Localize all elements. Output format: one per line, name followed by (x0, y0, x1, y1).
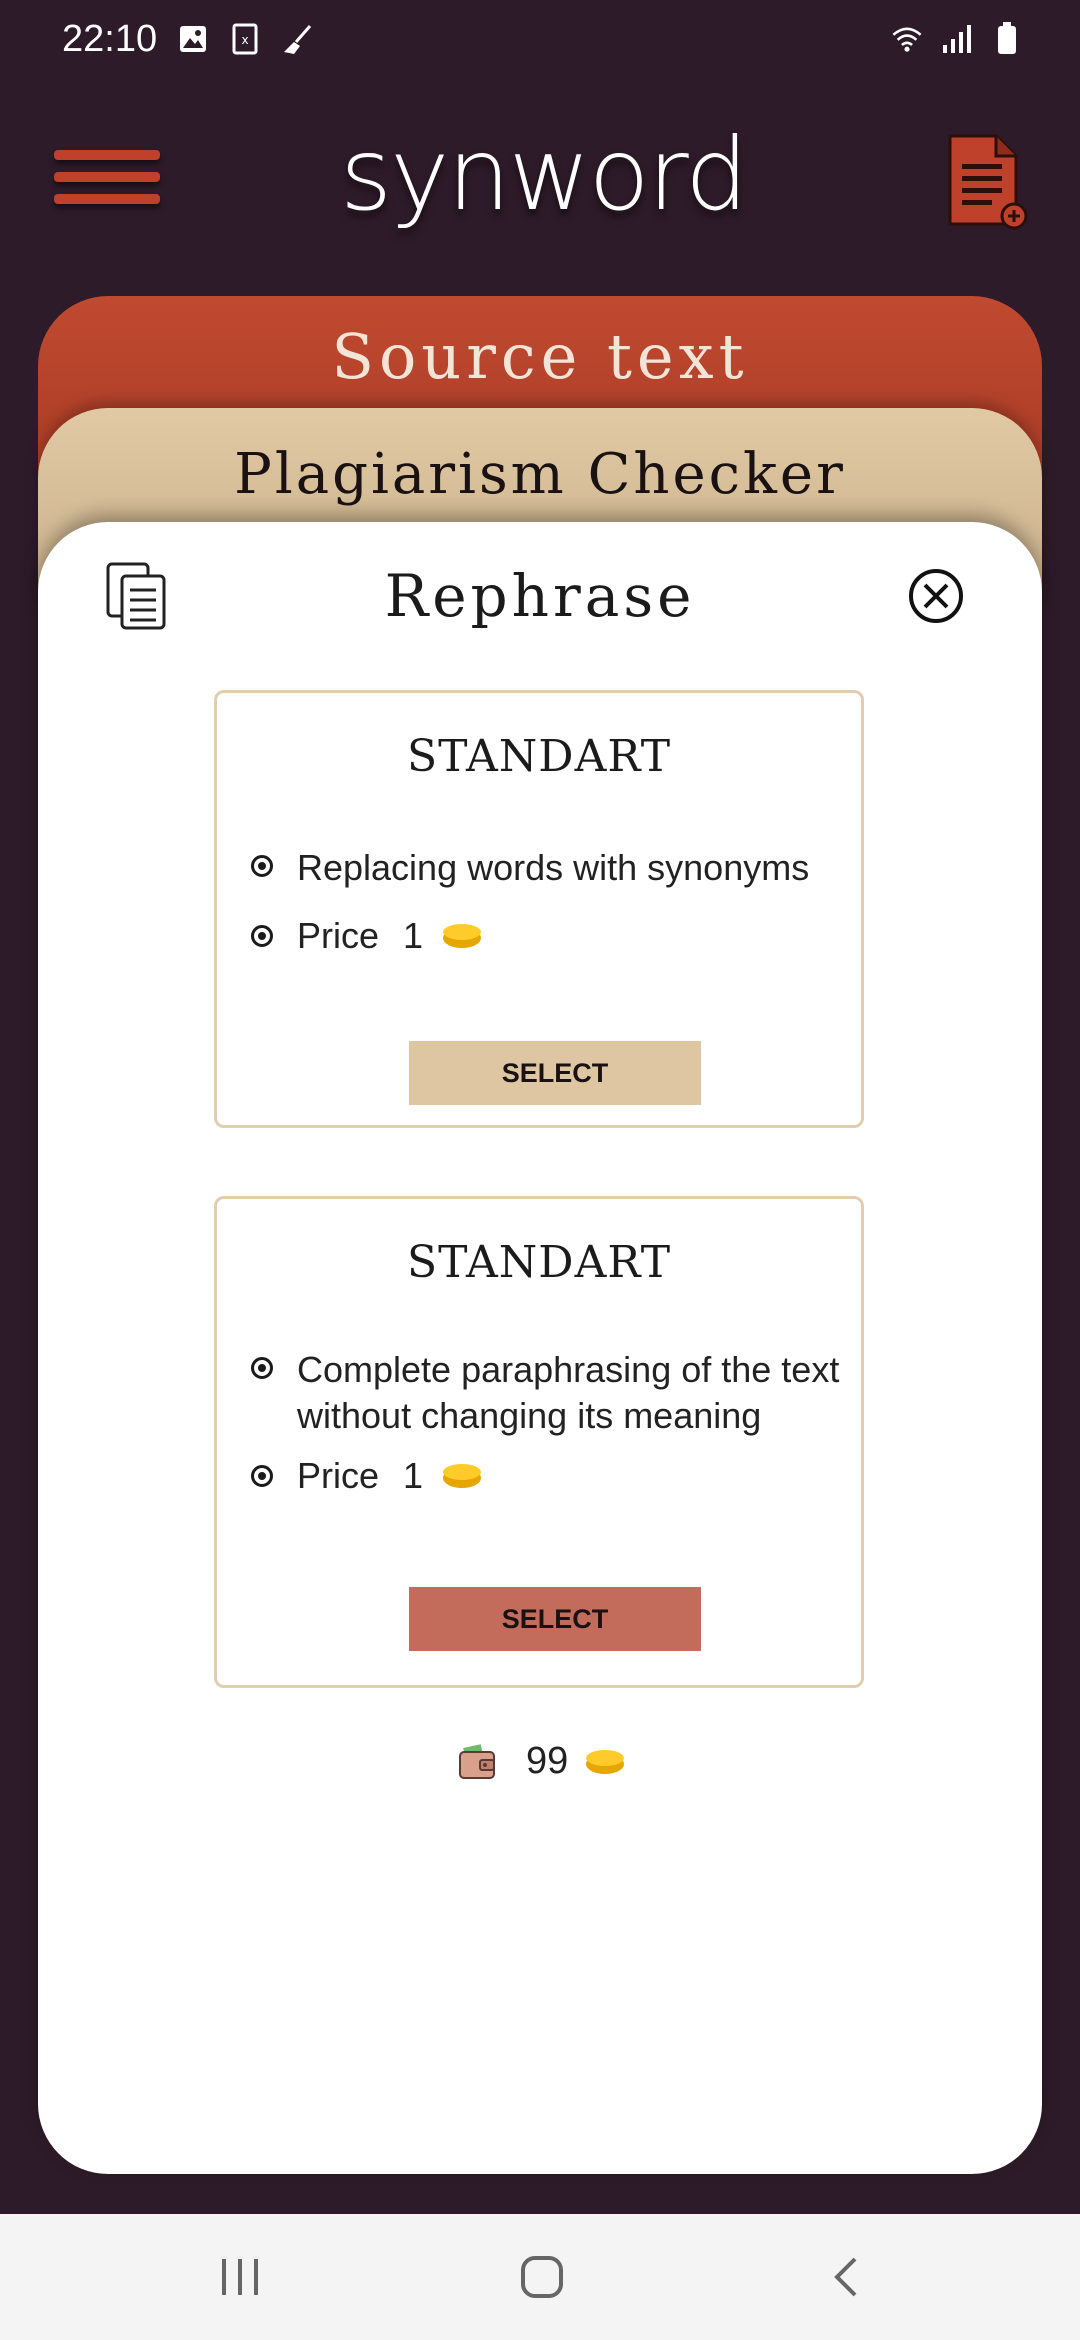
select-button[interactable]: SELECT (409, 1041, 701, 1105)
status-time: 22:10 (62, 18, 158, 60)
rephrase-sheet: Rephrase STANDART Replacing words with s… (38, 522, 1042, 2174)
app-logo: synword (340, 116, 748, 233)
bullet-icon (251, 855, 273, 877)
plan-feature-text: Replacing words with synonyms (297, 847, 810, 888)
status-system-icons (890, 22, 1024, 56)
coin-icon (443, 924, 482, 948)
new-document-icon[interactable] (944, 132, 1030, 232)
battery-icon (990, 22, 1024, 56)
signal-icon (940, 22, 974, 56)
home-icon[interactable] (512, 2252, 572, 2302)
price-value: 1 (403, 915, 424, 956)
status-notification-icons: x (176, 22, 314, 56)
image-icon (176, 22, 210, 56)
coin-icon (586, 1749, 625, 1774)
plan-card-paraphrase: STANDART Complete paraphrasing of the te… (214, 1196, 864, 1688)
plan-title: STANDART (406, 1237, 672, 1288)
bullet-icon (251, 1465, 273, 1487)
plan-card-synonyms: STANDART Replacing words with synonyms P… (214, 690, 864, 1128)
sheet-title: Rephrase (384, 562, 696, 630)
coin-icon (443, 1464, 482, 1488)
select-button[interactable]: SELECT (409, 1587, 701, 1651)
menu-icon[interactable] (54, 150, 160, 210)
plan-feature: Replacing words with synonyms (251, 845, 857, 891)
price-label: Price (297, 1455, 380, 1496)
wallet-balance: 99 (458, 1740, 625, 1783)
navigation-bar (0, 2214, 1080, 2340)
bullet-icon (251, 1357, 273, 1379)
wallet-icon (458, 1743, 498, 1780)
recent-apps-icon[interactable] (210, 2252, 270, 2302)
back-icon[interactable] (816, 2252, 876, 2302)
wifi-icon (890, 22, 924, 56)
plan-feature-text-block: Complete paraphrasing of the text withou… (297, 1347, 839, 1439)
tab-source-text-label: Source text (331, 320, 749, 393)
balance-value: 99 (526, 1740, 569, 1782)
tab-plagiarism-checker-label: Plagiarism Checker (234, 442, 846, 507)
plan-feature-text-line2: without changing its meaning (297, 1395, 762, 1436)
status-bar: 22:10 x (0, 0, 1080, 80)
sim-icon: x (228, 22, 262, 56)
price-value: 1 (403, 1455, 424, 1496)
svg-text:x: x (241, 33, 248, 47)
plan-price: Price 1 (251, 1455, 482, 1497)
price-label: Price (297, 915, 380, 956)
plan-feature-text-line1: Complete paraphrasing of the text (297, 1349, 840, 1390)
close-icon[interactable] (908, 568, 964, 624)
plan-feature: Complete paraphrasing of the text withou… (251, 1347, 857, 1439)
plan-price: Price 1 (251, 915, 482, 957)
bullet-icon (251, 925, 273, 947)
plan-title: STANDART (406, 731, 672, 782)
broom-icon (280, 22, 314, 56)
